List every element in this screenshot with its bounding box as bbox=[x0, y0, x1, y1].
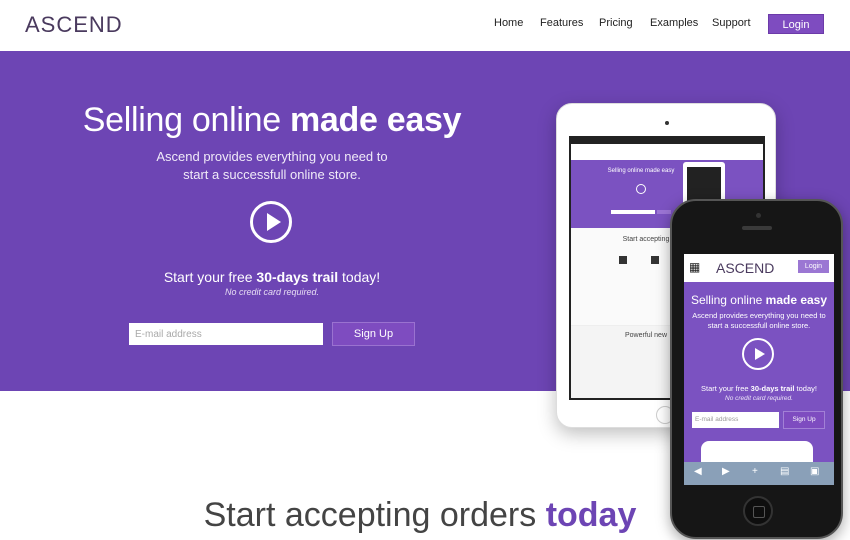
nav-home-link[interactable]: Home bbox=[494, 17, 523, 29]
phone-header: ▦ ASCEND Login bbox=[684, 254, 834, 282]
grid-menu-icon: ▦ bbox=[689, 260, 701, 274]
phone-no-card-note: No credit card required. bbox=[725, 395, 793, 402]
nav-pricing-link[interactable]: Pricing bbox=[599, 17, 633, 29]
bookmarks-icon: ▤ bbox=[780, 466, 790, 477]
phone-icon bbox=[651, 256, 659, 264]
nav-features-link[interactable]: Features bbox=[540, 17, 583, 29]
phone-speaker bbox=[742, 226, 772, 230]
tablet-camera bbox=[665, 121, 669, 125]
phone-hero-subtitle: Ascend provides everything you need to st… bbox=[692, 311, 826, 330]
phone-camera bbox=[756, 213, 761, 218]
phone-play-icon bbox=[742, 338, 774, 370]
tablet-play-icon bbox=[636, 184, 646, 194]
phone-login-button: Login bbox=[798, 260, 829, 273]
trial-text: Start your free 30-days trail today! bbox=[163, 269, 381, 285]
phone-hero-title: Selling online made easy bbox=[690, 293, 828, 307]
phone-mockup: ▦ ASCEND Login Selling online made easy … bbox=[670, 199, 843, 539]
phone-sign-up-button: Sign Up bbox=[783, 411, 825, 429]
phone-email-input: E-mail address bbox=[692, 412, 779, 428]
play-video-icon[interactable] bbox=[250, 201, 292, 243]
email-input[interactable] bbox=[129, 323, 323, 345]
no-card-note: No credit card required. bbox=[224, 287, 320, 297]
heart-icon bbox=[619, 256, 627, 264]
top-navbar: ASCEND Home Features Pricing Examples Su… bbox=[0, 0, 850, 51]
nav-examples-link[interactable]: Examples bbox=[650, 17, 698, 29]
sign-up-button[interactable]: Sign Up bbox=[332, 322, 415, 346]
hero-title: Selling online made easy bbox=[82, 101, 462, 139]
forward-arrow-icon: ▶ bbox=[722, 466, 730, 477]
phone-browser-toolbar: ◀ ▶ + ▤ ▣ bbox=[684, 462, 834, 485]
phone-home-button bbox=[743, 496, 773, 526]
phone-trial-text: Start your free 30-days trail today! bbox=[701, 384, 817, 393]
tabs-icon: ▣ bbox=[810, 466, 820, 477]
back-arrow-icon: ◀ bbox=[694, 466, 702, 477]
phone-screen: ▦ ASCEND Login Selling online made easy … bbox=[684, 254, 834, 485]
hero-subtitle-line2: start a successfull online store. bbox=[183, 167, 361, 182]
ascend-logo[interactable]: ASCEND bbox=[25, 12, 123, 38]
nav-support-link[interactable]: Support bbox=[712, 17, 751, 29]
hero-subtitle-line1: Ascend provides everything you need to bbox=[156, 149, 388, 164]
login-button[interactable]: Login bbox=[768, 14, 824, 34]
plus-icon: + bbox=[752, 466, 758, 477]
phone-logo: ASCEND bbox=[716, 260, 775, 276]
